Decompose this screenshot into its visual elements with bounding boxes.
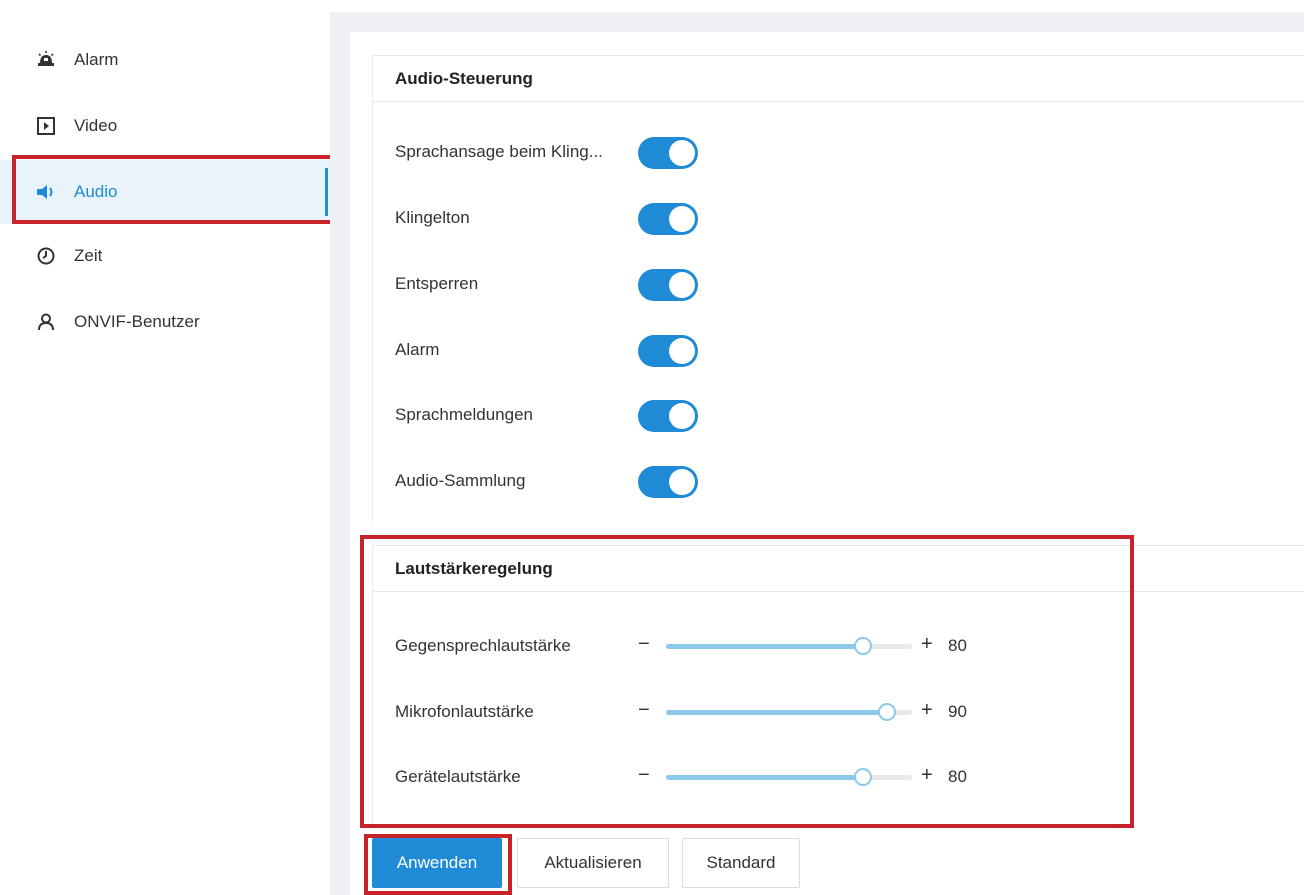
user-icon [35,311,57,333]
toggle-alarm[interactable] [638,335,698,367]
apply-button[interactable]: Anwenden [372,838,502,888]
volume-slider-mikrofon[interactable] [666,703,912,721]
alarm-bell-icon [35,49,57,71]
toggle-audio-sammlung[interactable] [638,466,698,498]
toggle-knob [669,206,695,232]
slider-label: Gerätelautstärke [395,767,521,786]
volume-decrease-button[interactable]: − [638,699,650,722]
sidebar-item-audio[interactable]: Audio [0,160,330,224]
toggle-label: Entsperren [395,274,479,293]
section-title: Lautstärkeregelung [373,546,1304,592]
sidebar-item-label: ONVIF-Benutzer [74,312,200,331]
default-button[interactable]: Standard [682,838,800,888]
volume-increase-button[interactable]: + [921,764,933,787]
volume-slider-gegensprech[interactable] [666,637,912,655]
toggle-knob [669,272,695,298]
toggle-knob [669,403,695,429]
sidebar-item-video[interactable]: Video [0,94,330,158]
toggle-knob [669,140,695,166]
slider-label: Gegensprechlautstärke [395,636,571,655]
slider-thumb[interactable] [853,768,872,786]
video-play-icon [35,115,57,137]
volume-increase-button[interactable]: + [921,633,933,656]
slider-value: 80 [948,767,967,786]
toggle-label: Alarm [395,340,440,359]
sidebar-item-label: Zeit [74,246,103,265]
toggle-label: Klingelton [395,208,470,227]
slider-fill [666,644,863,649]
sidebar-item-alarm[interactable]: Alarm [0,28,330,92]
volume-increase-button[interactable]: + [921,699,933,722]
sidebar-item-label: Video [74,116,118,135]
clock-icon [35,245,57,267]
toggle-knob [669,338,695,364]
section-title: Audio-Steuerung [373,56,1304,102]
toggle-klingelton[interactable] [638,203,698,235]
toggle-label: Sprachansage beim Kling... [395,142,603,161]
toggle-label: Audio-Sammlung [395,471,526,490]
sidebar-item-onvif-benutzer[interactable]: ONVIF-Benutzer [0,290,330,354]
slider-fill [666,775,863,780]
toggle-label: Sprachmeldungen [395,405,533,424]
sidebar-item-label: Audio [74,182,118,201]
toggle-sprachansage[interactable] [638,137,698,169]
slider-fill [666,710,888,715]
volume-slider-geraet[interactable] [666,768,912,786]
refresh-button[interactable]: Aktualisieren [517,838,669,888]
slider-label: Mikrofonlautstärke [395,702,534,721]
volume-decrease-button[interactable]: − [638,764,650,787]
toggle-knob [669,469,695,495]
speaker-icon [35,181,57,203]
sidebar-item-zeit[interactable]: Zeit [0,224,330,288]
toggle-entsperren[interactable] [638,269,698,301]
slider-value: 80 [948,636,967,655]
volume-decrease-button[interactable]: − [638,633,650,656]
sidebar-item-label: Alarm [74,50,119,69]
toggle-sprachmeldungen[interactable] [638,400,698,432]
audio-control-section: Audio-Steuerung [372,55,1304,525]
slider-value: 90 [948,702,967,721]
slider-thumb[interactable] [853,637,872,655]
sidebar: Alarm Video Audio Zeit ONVIF-Benutzer [0,0,330,895]
